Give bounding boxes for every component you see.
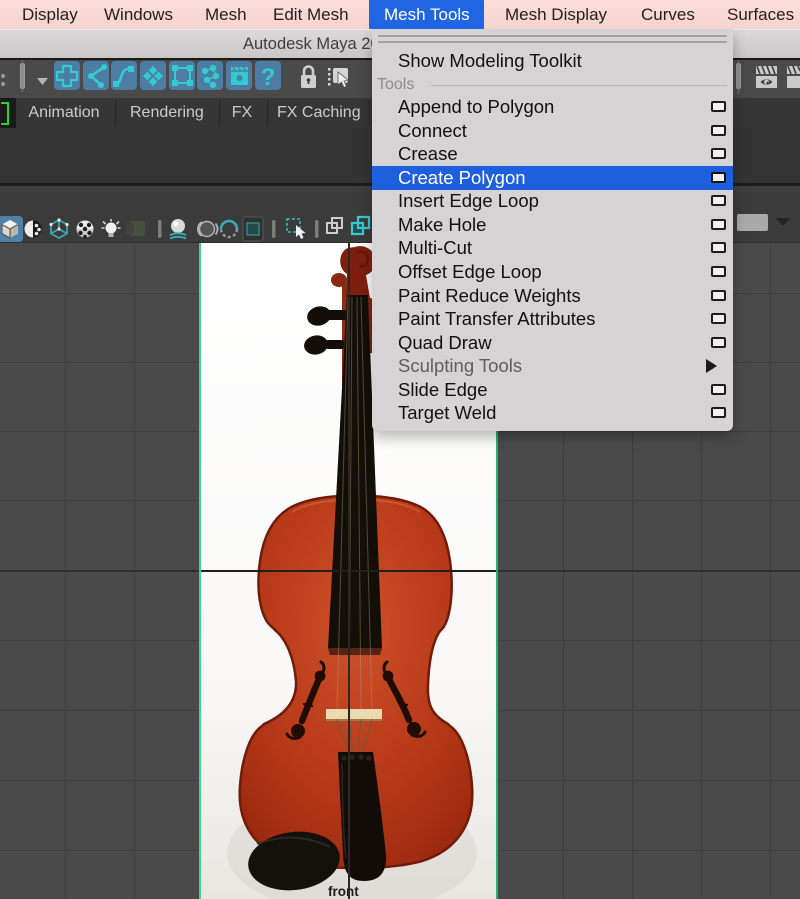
svg-text:front: front — [328, 884, 359, 899]
svg-text:?: ? — [261, 64, 276, 91]
